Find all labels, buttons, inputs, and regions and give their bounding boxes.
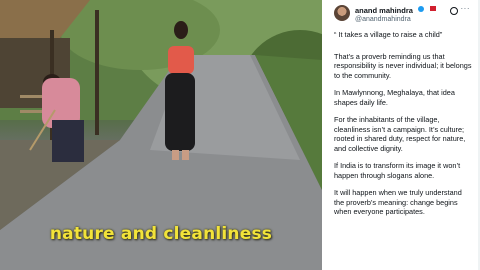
verified-badge-icon (418, 5, 425, 12)
tweet-body: “ It takes a village to raise a child” T… (334, 30, 472, 217)
flag-icon (429, 6, 436, 12)
tweet-paragraph: That’s a proverb reminding us that respo… (334, 51, 472, 80)
more-options-icon[interactable]: ··· (461, 4, 471, 13)
tweet-paragraph: In Mawlynnong, Meghalaya, that idea shap… (334, 88, 455, 107)
screenshot-frame: nature and cleanliness anand mahindra @a… (0, 0, 480, 270)
tweet-card: anand mahindra @anandmahindra ··· “ It t… (322, 0, 480, 270)
avatar[interactable] (334, 5, 350, 21)
author-display-name[interactable]: anand mahindra (355, 6, 413, 15)
video-caption: nature and cleanliness (49, 224, 273, 244)
tweet-paragraph: “ It takes a village to raise a child” (334, 30, 443, 39)
tweet-paragraph: It will happen when we truly understand … (334, 188, 462, 216)
grok-icon[interactable] (450, 7, 458, 15)
tweet-paragraph: If India is to transform its image it wo… (334, 161, 461, 180)
author-block: anand mahindra @anandmahindra (355, 4, 436, 24)
tweet-paragraph: For the inhabitants of the village, clea… (334, 115, 466, 153)
video-frame[interactable]: nature and cleanliness (0, 0, 322, 270)
tweet-header: anand mahindra @anandmahindra ··· (334, 4, 472, 24)
